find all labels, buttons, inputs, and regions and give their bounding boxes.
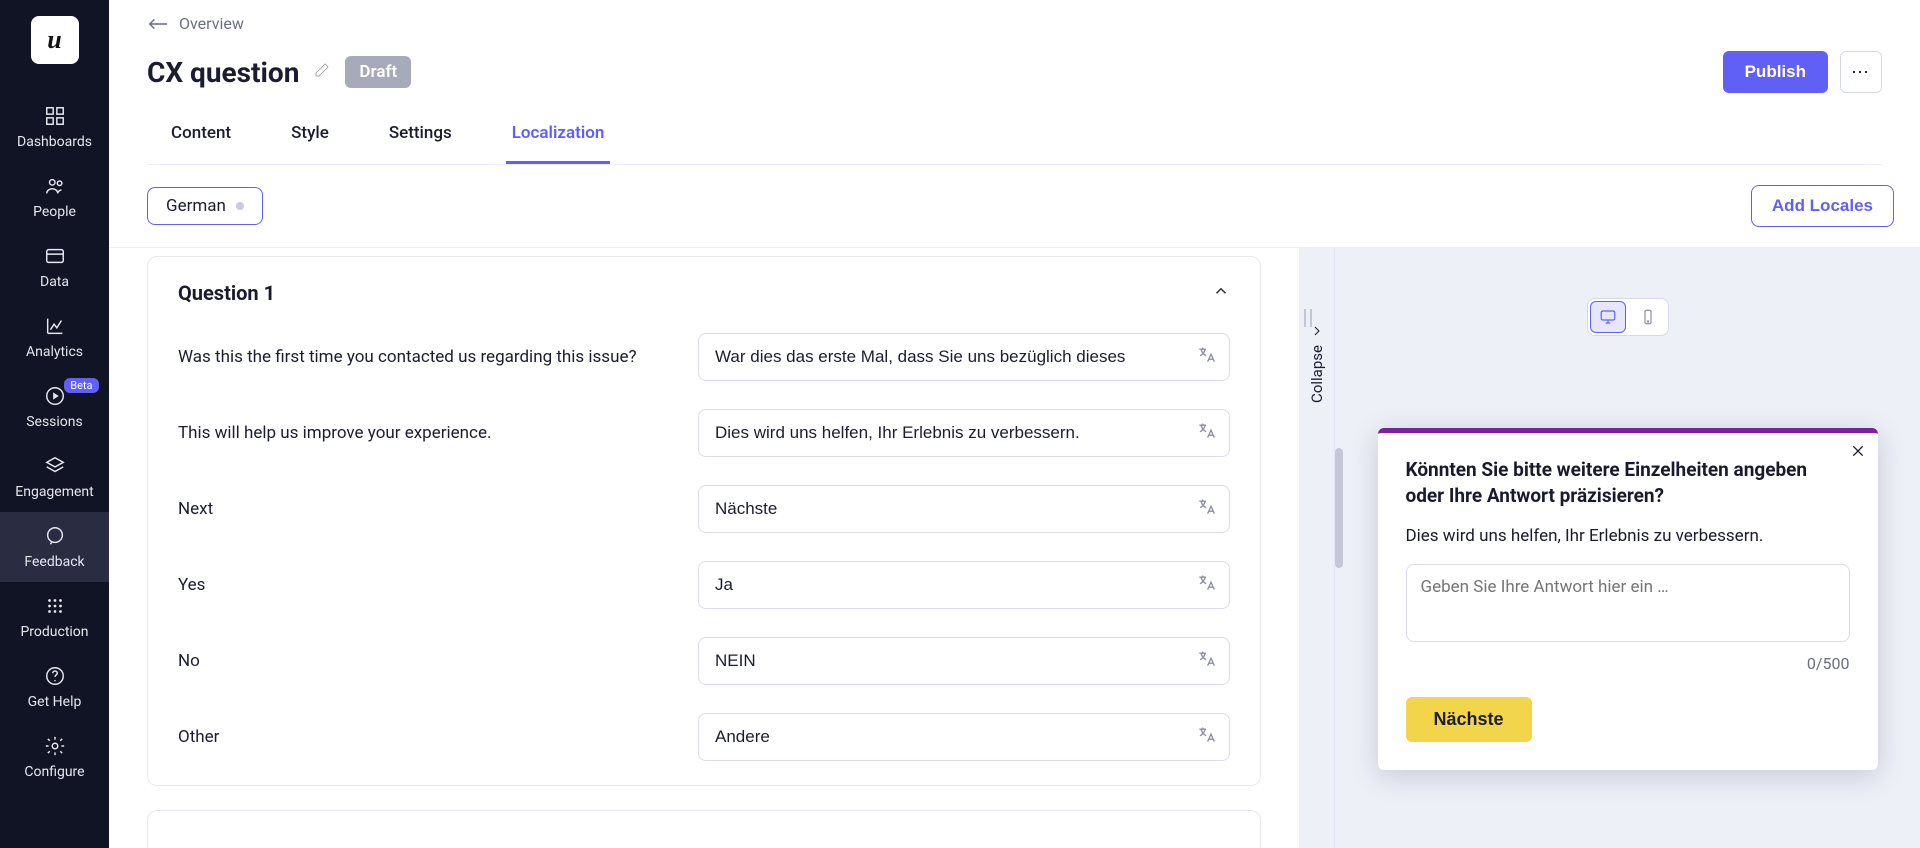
scrollbar-thumb[interactable]: [1335, 448, 1343, 568]
production-icon: [43, 594, 67, 618]
source-text: This will help us improve your experienc…: [178, 423, 678, 443]
survey-next-button[interactable]: Nächste: [1406, 697, 1532, 742]
device-toggle: [1587, 298, 1669, 336]
sidebar-item-sessions[interactable]: Beta Sessions: [0, 372, 109, 442]
locale-label: German: [166, 196, 226, 216]
translation-input[interactable]: [698, 333, 1230, 381]
chevron-right-icon: [1309, 323, 1325, 339]
sidebar-item-engagement[interactable]: Engagement: [0, 442, 109, 512]
sidebar-item-label: Production: [20, 624, 88, 640]
source-text: No: [178, 651, 678, 671]
sidebar-item-label: Engagement: [15, 484, 93, 500]
source-text: Yes: [178, 575, 678, 595]
tab-style[interactable]: Style: [285, 123, 335, 164]
sidebar-item-dashboards[interactable]: Dashboards: [0, 92, 109, 162]
collapse-label: Collapse: [1308, 345, 1326, 403]
tab-content[interactable]: Content: [165, 123, 237, 164]
sidebar-item-analytics[interactable]: Analytics: [0, 302, 109, 372]
translate-icon[interactable]: [1196, 497, 1216, 521]
char-counter: 0/500: [1406, 654, 1850, 673]
editor-pane: Question 1 Was this the first time you c…: [109, 248, 1299, 848]
sidebar-item-label: Feedback: [24, 554, 84, 570]
survey-question: Könnten Sie bitte weitere Einzelheiten a…: [1406, 457, 1850, 508]
collapse-card-button[interactable]: [1212, 282, 1230, 304]
analytics-icon: [43, 314, 67, 338]
translation-input[interactable]: [698, 637, 1230, 685]
source-text: Other: [178, 727, 678, 747]
sidebar-item-production[interactable]: Production: [0, 582, 109, 652]
arrow-left-icon: [147, 17, 169, 31]
dashboards-icon: [43, 104, 67, 128]
sidebar-item-label: Analytics: [26, 344, 83, 360]
sidebar-item-label: Configure: [24, 764, 84, 780]
add-locales-button[interactable]: Add Locales: [1751, 185, 1894, 227]
translate-icon[interactable]: [1196, 725, 1216, 749]
edit-title-button[interactable]: [313, 61, 331, 83]
translate-icon[interactable]: [1196, 649, 1216, 673]
data-icon: [43, 244, 67, 268]
source-text: Was this the first time you contacted us…: [178, 347, 678, 367]
translate-icon[interactable]: [1196, 345, 1216, 369]
survey-answer-input[interactable]: [1406, 564, 1850, 642]
sidebar-item-data[interactable]: Data: [0, 232, 109, 302]
publish-button[interactable]: Publish: [1723, 51, 1828, 93]
preview-pane: Könnten Sie bitte weitere Einzelheiten a…: [1335, 248, 1920, 848]
translation-row: Next: [178, 485, 1230, 533]
back-link[interactable]: Overview: [147, 14, 1882, 33]
preview-divider: Collapse: [1299, 248, 1335, 848]
sidebar-item-label: People: [33, 204, 76, 220]
translate-icon[interactable]: [1196, 421, 1216, 445]
sidebar-item-label: Get Help: [28, 694, 82, 710]
translation-row: No: [178, 637, 1230, 685]
status-badge: Draft: [345, 56, 411, 88]
translation-row: Yes: [178, 561, 1230, 609]
sidebar-item-label: Data: [40, 274, 69, 290]
translation-input[interactable]: [698, 561, 1230, 609]
logo[interactable]: u: [31, 16, 79, 64]
translation-input[interactable]: [698, 409, 1230, 457]
question-card: Question 1 Was this the first time you c…: [147, 256, 1261, 786]
beta-badge: Beta: [64, 378, 98, 393]
engagement-icon: [43, 454, 67, 478]
translation-input[interactable]: [698, 485, 1230, 533]
main-column: Overview CX question Draft Publish ⋯ Con…: [109, 0, 1920, 848]
sidebar: u Dashboards People Data Analytics Beta …: [0, 0, 109, 848]
sidebar-item-configure[interactable]: Configure: [0, 722, 109, 792]
sidebar-item-people[interactable]: People: [0, 162, 109, 232]
gear-icon: [43, 734, 67, 758]
device-desktop-button[interactable]: [1590, 301, 1626, 333]
translation-input[interactable]: [698, 713, 1230, 761]
next-card-placeholder: [147, 810, 1261, 848]
translation-row: This will help us improve your experienc…: [178, 409, 1230, 457]
translation-row: Other: [178, 713, 1230, 761]
sidebar-item-gethelp[interactable]: Get Help: [0, 652, 109, 722]
sidebar-item-feedback[interactable]: Feedback: [0, 512, 109, 582]
sidebar-item-label: Sessions: [26, 414, 83, 430]
feedback-icon: [43, 524, 67, 548]
status-dot-icon: [236, 202, 244, 210]
back-label: Overview: [179, 14, 244, 33]
help-icon: [43, 664, 67, 688]
translate-icon[interactable]: [1196, 573, 1216, 597]
source-text: Next: [178, 499, 678, 519]
tab-localization[interactable]: Localization: [506, 123, 611, 164]
sessions-icon: Beta: [43, 384, 67, 408]
survey-preview: Könnten Sie bitte weitere Einzelheiten a…: [1378, 428, 1878, 770]
close-icon[interactable]: [1850, 443, 1866, 463]
device-mobile-button[interactable]: [1628, 299, 1668, 335]
translation-row: Was this the first time you contacted us…: [178, 333, 1230, 381]
locale-pill-german[interactable]: German: [147, 187, 263, 225]
collapse-preview-button[interactable]: Collapse: [1308, 323, 1326, 403]
people-icon: [43, 174, 67, 198]
tabs: Content Style Settings Localization: [147, 123, 1882, 165]
page-title: CX question: [147, 56, 299, 89]
sidebar-item-label: Dashboards: [17, 134, 92, 150]
survey-subtext: Dies wird uns helfen, Ihr Erlebnis zu ve…: [1406, 526, 1850, 546]
tab-settings[interactable]: Settings: [383, 123, 458, 164]
question-card-title: Question 1: [178, 281, 275, 305]
more-menu-button[interactable]: ⋯: [1840, 51, 1882, 93]
